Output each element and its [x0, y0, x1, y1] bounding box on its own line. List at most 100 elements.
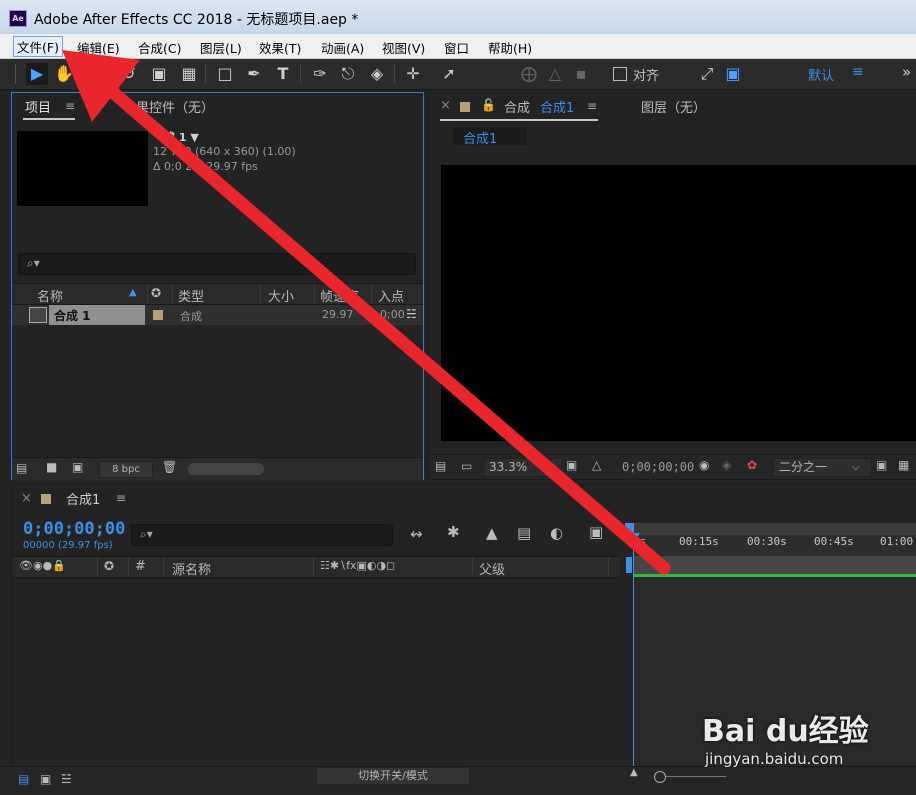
menu-file[interactable]: 文件(F) — [13, 36, 63, 57]
new-folder-icon[interactable]: ■ — [46, 460, 57, 474]
comp-subtab[interactable]: 合成1 — [453, 127, 527, 147]
menu-edit[interactable]: 编辑(E) — [77, 38, 120, 57]
composition-panel-menu-icon[interactable]: ≡ — [587, 99, 597, 113]
hand-tool-icon[interactable]: ✋ — [53, 63, 75, 85]
sort-ascending-icon[interactable]: ▲ — [129, 287, 137, 298]
clone-stamp-tool-icon[interactable]: ⎋ — [337, 63, 359, 85]
draft-3d-icon[interactable]: ✱ — [447, 523, 460, 541]
bit-depth-button[interactable]: 8 bpc — [99, 461, 153, 478]
column-name[interactable]: 名称 — [37, 286, 63, 305]
menu-view[interactable]: 视图(V) — [382, 38, 425, 57]
column-size[interactable]: 大小 — [268, 286, 294, 305]
color-channels-icon[interactable]: ✿ — [747, 458, 757, 472]
timeline-current-time[interactable]: 0;00;00;00 — [23, 519, 125, 539]
rectangle-tool-icon[interactable]: □ — [214, 63, 236, 85]
column-frame-rate[interactable]: 帧速率 — [320, 286, 359, 305]
mask-visibility-icon[interactable]: △ — [592, 458, 601, 472]
timeline-panel-menu-icon[interactable]: ≡ — [116, 491, 126, 505]
zoom-out-icon[interactable]: ▲ — [630, 767, 638, 778]
tab-composition-prefix[interactable]: 合成 — [504, 97, 530, 116]
label-color-swatch[interactable] — [153, 310, 163, 320]
local-axis-icon[interactable]: ⨁ — [518, 63, 540, 85]
transparency-grid-icon[interactable]: ▦ — [898, 458, 909, 472]
tab-composition-name[interactable]: 合成1 — [540, 97, 574, 116]
motion-blur-icon[interactable]: ◐ — [550, 524, 563, 542]
timeline-zoom-slider[interactable] — [666, 776, 726, 777]
menu-composition[interactable]: 合成(C) — [138, 38, 181, 57]
workspace-menu-icon[interactable]: ≡ — [852, 64, 864, 80]
workspace-default[interactable]: 默认 — [808, 65, 834, 84]
snap-option-icon[interactable]: ⤢ — [696, 63, 718, 85]
column-type[interactable]: 类型 — [178, 286, 204, 305]
camera-tool-icon[interactable]: ▣ — [148, 63, 170, 85]
project-panel-menu-icon[interactable]: ≡ — [65, 99, 75, 113]
av-switches-icon[interactable]: 👁◉●🔒 — [19, 559, 66, 572]
project-item-row[interactable]: 合成 1 合成 29.97 0;00 ☵ — [12, 305, 423, 325]
puppet-pin-tool-icon[interactable]: ➚ — [438, 63, 460, 85]
in-out-toggle-icon[interactable]: ☱ — [61, 772, 72, 786]
menu-window[interactable]: 窗口 — [444, 38, 469, 57]
tab-layer[interactable]: 图层（无） — [641, 97, 706, 116]
safe-zones-icon[interactable]: ▣ — [566, 458, 577, 472]
snap-target-icon[interactable]: ▣ — [722, 63, 744, 85]
current-time-indicator[interactable] — [633, 523, 634, 767]
time-ruler[interactable]: 0s 00:15s 00:30s 00:45s 01:00 — [633, 535, 916, 555]
roto-brush-tool-icon[interactable]: ✛ — [402, 63, 424, 85]
monitor-icon[interactable]: ▭ — [461, 459, 472, 473]
text-tool-icon[interactable]: T — [272, 63, 294, 85]
column-source-name[interactable]: 源名称 — [172, 559, 211, 578]
column-parent[interactable]: 父级 — [479, 559, 505, 578]
zoom-tool-icon[interactable]: 🔍 — [80, 63, 102, 85]
tab-project[interactable]: 项目 — [25, 97, 51, 116]
label-column-icon[interactable]: ✪ — [104, 559, 114, 573]
transfer-controls-icon[interactable]: ▣ — [40, 772, 51, 786]
menu-animation[interactable]: 动画(A) — [321, 38, 364, 57]
view-axis-icon[interactable]: ▪ — [570, 63, 592, 85]
project-search-input[interactable]: ⌕▾ — [18, 253, 416, 275]
tab-effect-controls[interactable]: 果控件（无） — [136, 97, 214, 116]
project-item-name[interactable]: 合成 1 — [54, 307, 91, 324]
comp-flowchart-icon[interactable]: ↭ — [410, 525, 423, 543]
composition-viewer[interactable] — [441, 165, 916, 441]
show-snapshot-icon[interactable]: ◈ — [722, 458, 731, 472]
close-tab-icon[interactable]: × — [440, 98, 451, 113]
magnification-dropdown[interactable]: 33.3% ⌵ — [484, 458, 562, 477]
toggle-switches-modes-button[interactable]: 切换开关/模式 — [316, 767, 470, 785]
always-preview-icon[interactable]: ▤ — [435, 459, 446, 473]
workspace-overflow-icon[interactable]: » — [902, 63, 911, 81]
layer-switches-icon[interactable]: ☷✱∖fx▣◐◑◻ — [320, 559, 395, 572]
selection-tool-icon[interactable]: ▶ — [26, 63, 48, 85]
region-of-interest-icon[interactable]: ▣ — [876, 458, 887, 472]
world-axis-icon[interactable]: △ — [544, 63, 566, 85]
frame-blending-icon[interactable]: ▤ — [517, 524, 531, 542]
rotate-tool-icon[interactable]: ↺ — [118, 63, 140, 85]
close-tab-icon[interactable]: × — [21, 491, 32, 506]
brush-tool-icon[interactable]: ✑ — [309, 63, 331, 85]
menu-help[interactable]: 帮助(H) — [488, 38, 532, 57]
graph-editor-icon[interactable]: ▣ — [589, 523, 603, 541]
current-time-display[interactable]: 0;00;00;00 — [622, 460, 694, 474]
playhead-marker-icon[interactable] — [628, 533, 640, 543]
pan-behind-tool-icon[interactable]: ▦ — [178, 63, 200, 85]
timeline-search-input[interactable]: ⌕▾ — [131, 524, 393, 546]
eraser-tool-icon[interactable]: ◈ — [366, 63, 388, 85]
lock-icon[interactable]: 🔓 — [481, 98, 496, 112]
shy-layers-icon[interactable]: ▲ — [486, 524, 498, 542]
snapping-checkbox[interactable] — [613, 67, 627, 81]
project-scrollbar[interactable] — [188, 463, 264, 475]
resolution-dropdown[interactable]: 二分之一 ⌵ — [773, 458, 872, 477]
composition-layer-bar[interactable] — [633, 556, 916, 574]
layer-switches-toggle-icon[interactable]: ▤ — [18, 772, 29, 786]
layer-bar-handle[interactable] — [626, 557, 632, 573]
snapshot-icon[interactable]: ◉ — [699, 458, 709, 472]
timeline-zoom-slider-handle[interactable] — [654, 771, 666, 783]
menu-layer[interactable]: 图层(L) — [200, 38, 242, 57]
tab-timeline-comp[interactable]: 合成1 — [66, 489, 100, 508]
column-in-point[interactable]: 入点 — [378, 286, 404, 305]
pen-tool-icon[interactable]: ✒ — [243, 63, 265, 85]
menu-effect[interactable]: 效果(T) — [259, 38, 301, 57]
interpret-footage-icon[interactable]: ▤ — [16, 461, 27, 475]
new-composition-icon[interactable]: ▣ — [72, 460, 83, 474]
label-column-icon[interactable]: ✪ — [151, 286, 161, 300]
delete-icon[interactable]: 🗑 — [162, 460, 177, 474]
